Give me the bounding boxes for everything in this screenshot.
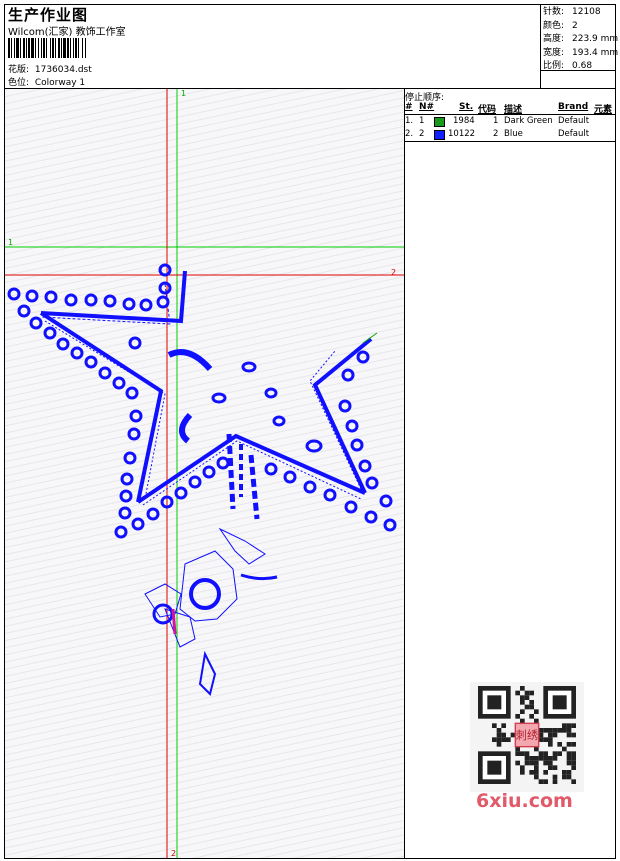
col-index: # (405, 102, 413, 112)
design-file-row: 花版: 1736034.dst (8, 62, 92, 75)
guide-label-green-v: 1 (181, 89, 186, 98)
colorway-label: 色位: (8, 78, 30, 88)
row-description: Blue (504, 129, 523, 139)
stop-table-bottom (404, 141, 616, 142)
row-needle: 1 (419, 116, 425, 126)
color-swatch (434, 117, 445, 127)
guide-label-red-h: 2 (391, 268, 396, 277)
stat-label: 比例: (543, 61, 565, 71)
table-row[interactable]: 1. 1 1984 1 Dark Green Default (405, 116, 617, 128)
row-stitches: 1984 (453, 116, 475, 126)
col-element: 元素 (594, 105, 613, 115)
stat-value: 193.4 mm (572, 47, 619, 58)
header-divider-vertical (540, 4, 541, 89)
flower-motif (144, 527, 278, 696)
guide-label-green-h: 1 (8, 238, 13, 247)
row-code: 1 (493, 116, 499, 126)
stat-value: 223.9 mm (572, 34, 619, 44)
panel-divider-vertical (404, 88, 405, 859)
stats-block: 针数: 12108 颜色: 2 高度: 223.9 mm 宽度: 193.4 mm 比例… (543, 6, 618, 74)
stat-row: 比例: 0.68 (543, 60, 618, 74)
embroidery-canvas[interactable]: 1 1 2 2 (5, 89, 404, 858)
row-needle: 2 (419, 129, 425, 139)
stat-value: 12108 (572, 7, 601, 17)
stat-row: 颜色: 2 (543, 20, 618, 34)
stat-row: 宽度: 193.4 mm (543, 47, 618, 61)
qr-code-icon: 刺绣 (478, 686, 576, 784)
design-file-label: 花版: (8, 65, 30, 75)
row-index: 1. (405, 116, 414, 126)
star-dots (7, 263, 397, 539)
watermark-site: 6xiu.com (476, 790, 573, 812)
row-code: 2 (493, 129, 499, 139)
stat-label: 高度: (543, 34, 565, 44)
stat-label: 宽度: (543, 47, 565, 58)
row-stitches: 10122 (448, 129, 476, 139)
stat-value: 0.68 (572, 61, 593, 71)
row-index: 2. (405, 129, 414, 139)
stop-sequence-header: # N# St. 代码 描述 Brand 元素 (405, 102, 617, 115)
guide-label-red-v: 2 (171, 849, 176, 858)
table-row[interactable]: 2. 2 10122 2 Blue Default (405, 129, 617, 141)
stamp-text: 刺绣 (516, 729, 538, 742)
qr-code-watermark: 刺绣 (470, 682, 584, 792)
stat-label: 针数: (543, 7, 565, 17)
inner-motifs (128, 336, 323, 520)
embroidery-design: 1 1 2 2 (5, 89, 404, 858)
color-swatch (434, 130, 445, 140)
row-brand: Default (558, 116, 590, 126)
studio-name: Wilcom(汇家) 教饰工作室 (8, 27, 126, 38)
row-description: Dark Green (504, 116, 553, 126)
col-code: 代码 (478, 105, 497, 115)
page-title: 生产作业图 (8, 6, 89, 24)
stat-value: 2 (572, 20, 578, 31)
colorway-row: 色位: Colorway 1 (8, 75, 85, 88)
colorway-value: Colorway 1 (34, 78, 86, 88)
col-description: 描述 (504, 105, 523, 115)
stat-row: 针数: 12108 (543, 6, 618, 20)
col-brand: Brand (558, 102, 589, 112)
col-stitches: St. (459, 102, 474, 112)
barcode-icon (8, 38, 86, 58)
stat-label: 颜色: (543, 20, 565, 31)
row-brand: Default (558, 129, 590, 139)
design-file-value: 1736034.dst (34, 65, 92, 75)
col-needle: N# (419, 102, 435, 112)
stat-row: 高度: 223.9 mm (543, 33, 618, 47)
